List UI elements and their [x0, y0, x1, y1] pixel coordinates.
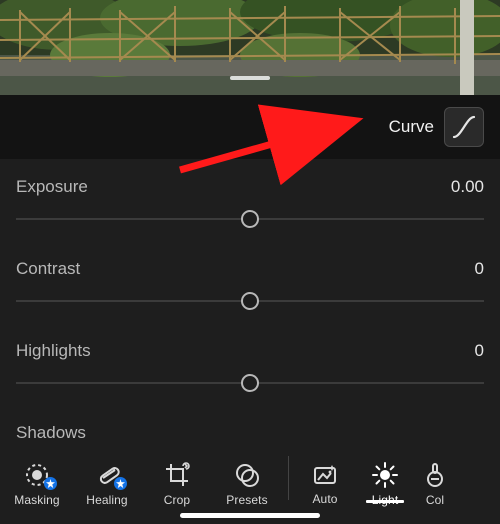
color-icon [421, 461, 449, 489]
tool-label: Healing [86, 493, 127, 507]
slider-exposure: Exposure 0.00 [16, 165, 484, 247]
app-root: Curve Exposure 0.00 Contrast 0 [0, 0, 500, 524]
tool-crop[interactable]: Crop [142, 461, 212, 507]
tool-color[interactable]: Col [415, 461, 455, 507]
slider-value: 0.00 [451, 177, 484, 197]
photo-preview-image [0, 0, 500, 95]
slider-label: Exposure [16, 177, 88, 197]
tool-label: Crop [164, 493, 190, 507]
light-icon [371, 461, 399, 489]
auto-icon [311, 462, 339, 488]
curve-button[interactable] [444, 107, 484, 147]
tool-masking[interactable]: Masking [2, 461, 72, 507]
curve-toolbar: Curve [0, 95, 500, 159]
tool-presets[interactable]: Presets [212, 461, 282, 507]
tool-light[interactable]: Light [355, 461, 415, 507]
tool-label: Auto [312, 492, 337, 506]
slider-shadows: Shadows [16, 411, 484, 444]
tool-auto[interactable]: Auto [295, 462, 355, 506]
slider-thumb[interactable] [241, 210, 259, 228]
photo-preview[interactable] [0, 0, 500, 95]
slider-track[interactable] [16, 373, 484, 393]
curve-icon [451, 114, 477, 140]
crop-icon [163, 461, 191, 489]
slider-thumb[interactable] [241, 292, 259, 310]
active-tab-underline [366, 500, 404, 503]
slider-track[interactable] [16, 291, 484, 311]
slider-label: Highlights [16, 341, 91, 361]
toolbar-divider [288, 456, 289, 500]
tool-healing[interactable]: Healing [72, 461, 142, 507]
slider-label: Shadows [16, 423, 86, 443]
presets-icon [233, 461, 261, 489]
slider-label: Contrast [16, 259, 80, 279]
slider-value: 0 [475, 259, 484, 279]
slider-value: 0 [475, 341, 484, 361]
tool-label: Presets [226, 493, 267, 507]
curve-label: Curve [389, 117, 434, 137]
panel-drag-handle[interactable] [230, 76, 270, 80]
slider-thumb[interactable] [241, 374, 259, 392]
slider-highlights: Highlights 0 [16, 329, 484, 411]
bottom-toolbar: Masking Healing Crop [0, 444, 500, 524]
slider-contrast: Contrast 0 [16, 247, 484, 329]
home-indicator [180, 513, 320, 518]
tool-label: Col [426, 493, 444, 507]
light-adjustments-panel: Exposure 0.00 Contrast 0 Highlights 0 [0, 159, 500, 444]
tool-label: Masking [14, 493, 59, 507]
new-badge [44, 477, 57, 490]
slider-track[interactable] [16, 209, 484, 229]
new-badge [114, 477, 127, 490]
